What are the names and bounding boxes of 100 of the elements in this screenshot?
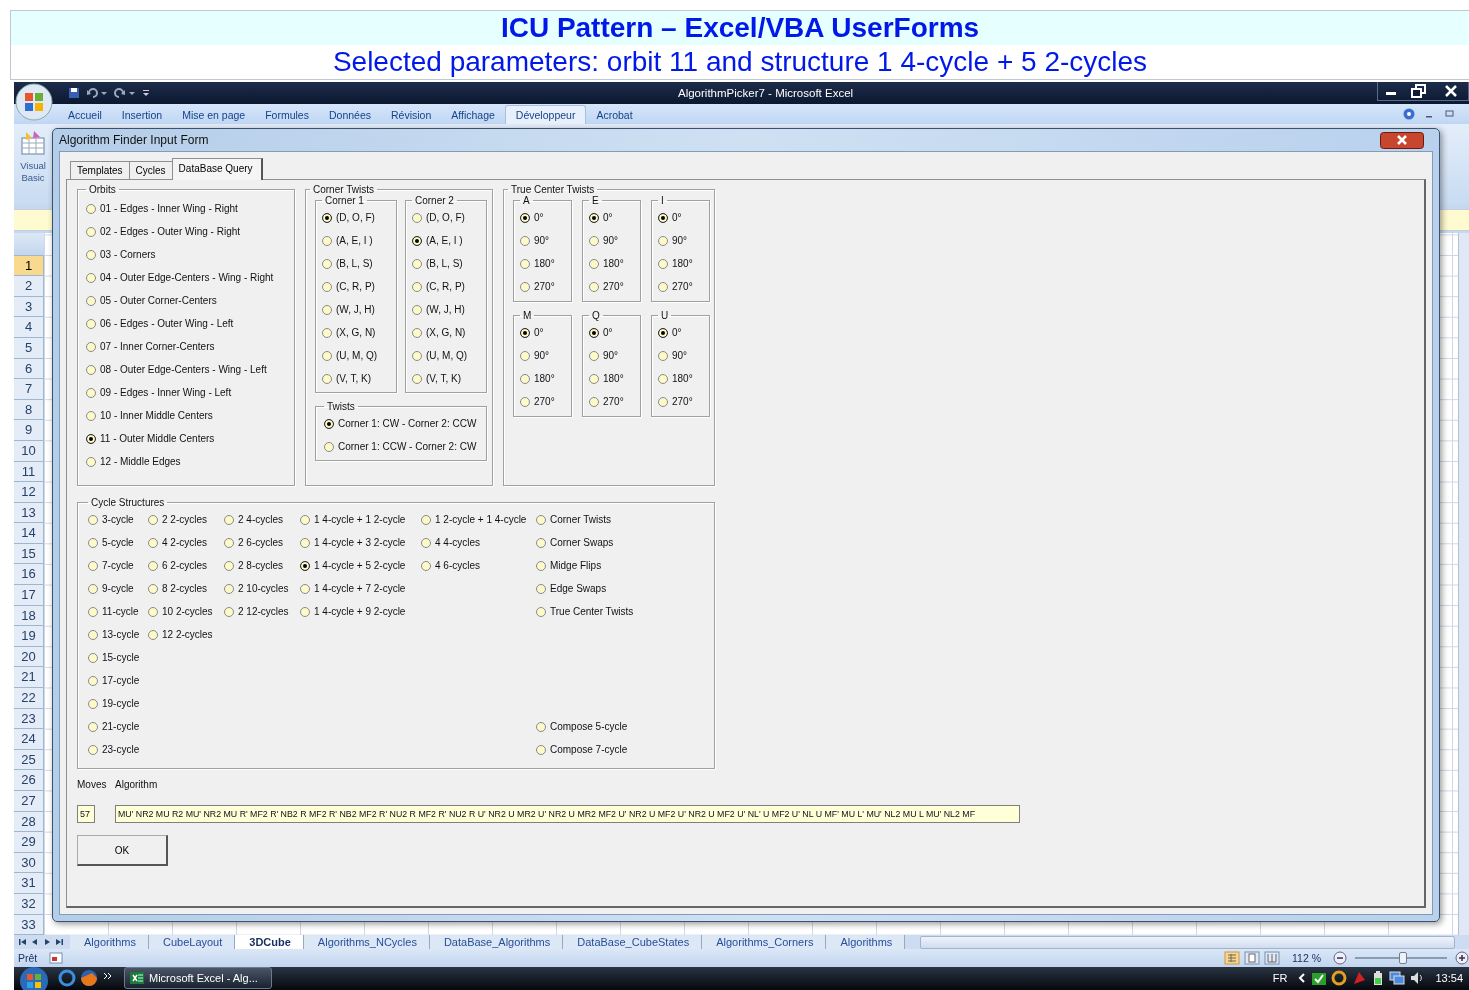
- radio-label[interactable]: 1 4-cycle + 3 2-cycle: [314, 537, 406, 548]
- radio-label[interactable]: 21-cycle: [102, 721, 140, 732]
- radio-button[interactable]: [412, 373, 422, 384]
- radio-label[interactable]: 11-cycle: [102, 606, 139, 617]
- radio-button[interactable]: [300, 537, 310, 548]
- radio-label[interactable]: 4 2-cycles: [162, 537, 207, 548]
- ring-icon[interactable]: [1331, 970, 1348, 987]
- radio-label[interactable]: 7-cycle: [102, 560, 134, 571]
- radio-button[interactable]: [520, 235, 530, 246]
- radio-label[interactable]: (X, G, N): [426, 327, 466, 338]
- radio-button[interactable]: [520, 327, 530, 338]
- radio-button[interactable]: [589, 373, 599, 384]
- radio-button[interactable]: [658, 373, 668, 384]
- radio-label[interactable]: 90°: [603, 350, 619, 361]
- ribbon-tab[interactable]: Développeur: [504, 104, 587, 124]
- radio-button[interactable]: [412, 281, 422, 292]
- slider-thumb[interactable]: [1398, 952, 1407, 965]
- radio-label[interactable]: (U, M, Q): [426, 350, 468, 361]
- radio-button[interactable]: [88, 606, 98, 617]
- spreadsheet-icon[interactable]: [129, 970, 145, 987]
- help-icon[interactable]: [1403, 107, 1415, 120]
- radio-label[interactable]: 05 - Outer Corner-Centers: [100, 295, 217, 306]
- radio-button[interactable]: [536, 606, 546, 617]
- ribbon-tab[interactable]: Données: [318, 105, 381, 124]
- radio-label[interactable]: 0°: [672, 212, 682, 223]
- language-indicator[interactable]: FR: [1266, 972, 1294, 985]
- radio-label[interactable]: 180°: [603, 258, 624, 269]
- radio-label[interactable]: 90°: [603, 235, 619, 246]
- ribbon-tab[interactable]: Révision: [381, 105, 442, 124]
- radio-label[interactable]: 07 - Inner Corner-Centers: [100, 341, 215, 352]
- radio-label[interactable]: 90°: [672, 350, 688, 361]
- radio-button[interactable]: [421, 514, 431, 525]
- zoom-in-icon[interactable]: [1455, 951, 1469, 966]
- radio-button[interactable]: [322, 350, 332, 361]
- save-icon[interactable]: [68, 86, 80, 99]
- radio-button[interactable]: [88, 583, 98, 594]
- radio-label[interactable]: 17-cycle: [102, 675, 140, 686]
- radio-button[interactable]: [589, 396, 599, 407]
- clock[interactable]: 13:54: [1429, 972, 1469, 985]
- normal-view-icon[interactable]: [1224, 951, 1240, 966]
- radio-button[interactable]: [520, 373, 530, 384]
- radio-button[interactable]: [322, 258, 332, 269]
- next-sheet-icon[interactable]: [42, 937, 52, 948]
- radio-button[interactable]: [86, 364, 96, 375]
- radio-button[interactable]: [86, 387, 96, 398]
- radio-label[interactable]: Edge Swaps: [550, 583, 607, 594]
- radio-label[interactable]: 13-cycle: [102, 629, 140, 640]
- radio-button[interactable]: [589, 281, 599, 292]
- radio-label[interactable]: 1 4-cycle + 7 2-cycle: [314, 583, 406, 594]
- vertical-scrollbar[interactable]: [1458, 232, 1469, 936]
- radio-button[interactable]: [88, 514, 98, 525]
- radio-button[interactable]: [86, 226, 96, 237]
- radio-label[interactable]: (C, R, P): [426, 281, 465, 292]
- radio-button[interactable]: [88, 629, 98, 640]
- undo-icon[interactable]: [86, 86, 108, 99]
- radio-button[interactable]: [88, 537, 98, 548]
- radio-label[interactable]: 180°: [672, 373, 693, 384]
- radio-button[interactable]: [412, 304, 422, 315]
- radio-button[interactable]: [322, 373, 332, 384]
- radio-button[interactable]: [148, 537, 158, 548]
- radio-label[interactable]: 03 - Corners: [100, 249, 156, 260]
- radio-label[interactable]: 3-cycle: [102, 514, 134, 525]
- radio-label[interactable]: 1 2-cycle + 1 4-cycle: [435, 514, 527, 525]
- radio-button[interactable]: [86, 318, 96, 329]
- radio-button[interactable]: [536, 744, 546, 755]
- ribbon-tab[interactable]: Insertion: [111, 105, 173, 124]
- radio-button[interactable]: [86, 341, 96, 352]
- sheet-tab[interactable]: DataBase_CubeStates: [563, 935, 703, 950]
- radio-label[interactable]: 1 4-cycle + 1 2-cycle: [314, 514, 406, 525]
- code-window-icon[interactable]: [20, 129, 46, 156]
- sheet-tab[interactable]: CubeLayout: [148, 935, 236, 950]
- radio-button[interactable]: [148, 629, 158, 640]
- select-all-button[interactable]: [14, 232, 44, 256]
- radio-label[interactable]: Compose 5-cycle: [550, 721, 628, 732]
- radio-button[interactable]: [658, 396, 668, 407]
- radio-button[interactable]: [658, 327, 668, 338]
- radio-label[interactable]: 270°: [534, 396, 555, 407]
- radio-button[interactable]: [300, 560, 310, 571]
- radio-label[interactable]: 0°: [603, 327, 613, 338]
- radio-button[interactable]: [88, 652, 98, 663]
- radio-button[interactable]: [421, 537, 431, 548]
- radio-button[interactable]: [536, 721, 546, 732]
- radio-button[interactable]: [536, 583, 546, 594]
- radio-button[interactable]: [88, 698, 98, 709]
- ribbon-tab[interactable]: Accueil: [58, 105, 112, 124]
- tab[interactable]: DataBase Query: [171, 158, 263, 180]
- radio-button[interactable]: [300, 583, 310, 594]
- radio-label[interactable]: 180°: [534, 258, 555, 269]
- radio-label[interactable]: 2 10-cycles: [238, 583, 289, 594]
- radio-button[interactable]: [148, 560, 158, 571]
- radio-label[interactable]: 90°: [672, 235, 688, 246]
- radio-button[interactable]: [658, 235, 668, 246]
- radio-label[interactable]: 270°: [534, 281, 555, 292]
- radio-button[interactable]: [412, 258, 422, 269]
- radio-label[interactable]: (V, T, K): [336, 373, 371, 384]
- radio-label[interactable]: 11 - Outer Middle Centers: [100, 433, 215, 444]
- radio-button[interactable]: [86, 249, 96, 260]
- radio-label[interactable]: (A, E, I ): [426, 235, 463, 246]
- radio-button[interactable]: [412, 350, 422, 361]
- radio-label[interactable]: 270°: [672, 396, 693, 407]
